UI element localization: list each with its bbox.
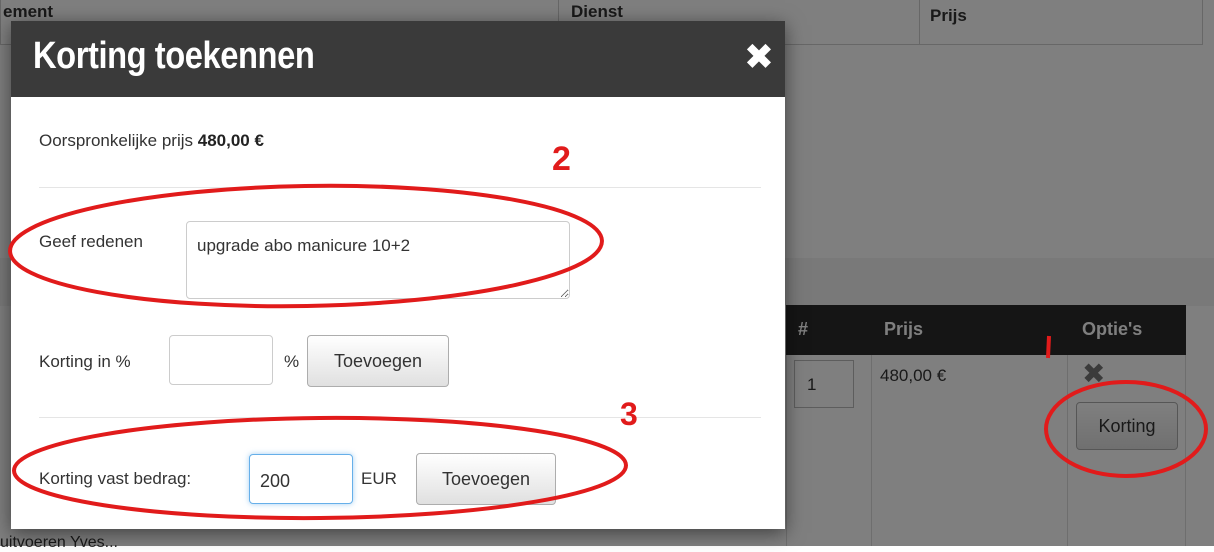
percent-label: Korting in % xyxy=(39,352,131,371)
percent-unit: % xyxy=(284,352,300,371)
original-price-label: Oorspronkelijke prijs xyxy=(39,131,193,150)
original-price-value: 480,00 € xyxy=(197,131,264,150)
fixed-amount-unit: EUR xyxy=(361,469,397,488)
close-icon[interactable]: ✖ xyxy=(739,37,779,77)
dialog-header: Korting toekennen ✖ xyxy=(11,21,785,97)
fixed-amount-label: Korting vast bedrag: xyxy=(39,469,192,488)
fixed-amount-input[interactable]: 200 xyxy=(249,454,353,504)
divider xyxy=(39,187,761,188)
add-fixed-discount-button[interactable]: Toevoegen xyxy=(416,453,556,505)
dialog-title: Korting toekennen xyxy=(33,35,315,77)
reason-textarea[interactable]: upgrade abo manicure 10+2 xyxy=(186,221,570,299)
fixed-amount-value: 200 xyxy=(260,471,291,491)
percent-input[interactable] xyxy=(169,335,273,385)
annotation-number-3: 3 xyxy=(620,396,638,432)
divider xyxy=(39,417,761,418)
original-price: Oorspronkelijke prijs 480,00 € xyxy=(39,131,264,151)
discount-dialog: Korting toekennen ✖ Oorspronkelijke prij… xyxy=(11,21,785,529)
add-percent-discount-button[interactable]: Toevoegen xyxy=(307,335,449,387)
reason-label: Geef redenen xyxy=(39,232,143,251)
annotation-number-2: 2 xyxy=(552,140,571,178)
